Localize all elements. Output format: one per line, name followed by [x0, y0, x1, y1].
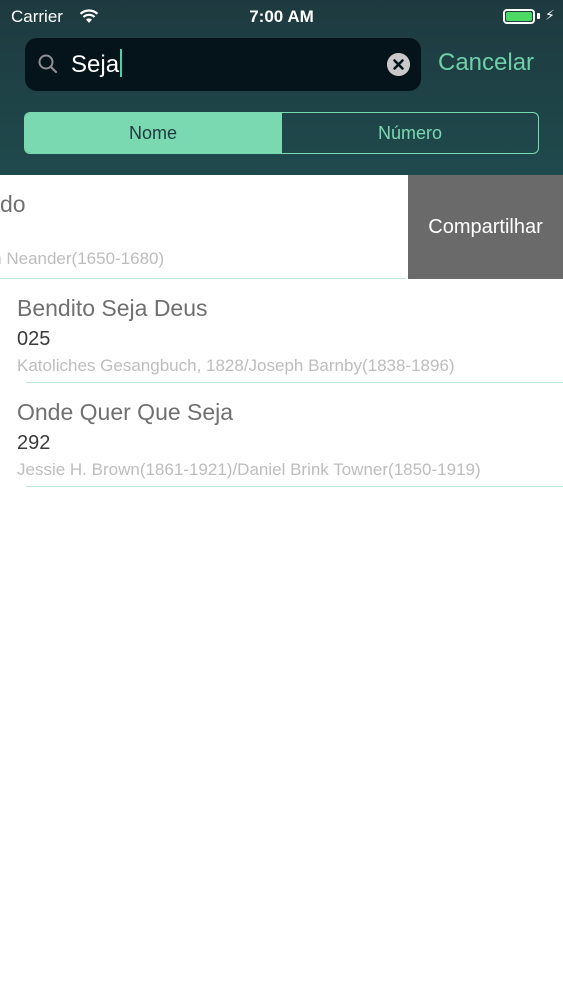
row-title: Onde Quer Que Seja [17, 399, 234, 425]
row-title: do [0, 191, 26, 217]
status-bar: Carrier 7:00 AM ⚡ [0, 0, 563, 34]
segment-nome[interactable]: Nome [25, 113, 281, 153]
share-button[interactable]: Compartilhar [408, 175, 563, 279]
list-item[interactable]: Bendito Seja Deus 025 Katoliches Gesangb… [0, 279, 563, 383]
results-list: do gbuch, 1664/Joachim Neander(1650-1680… [0, 175, 563, 487]
header: Carrier 7:00 AM ⚡ Seja Cancelar Nome Núm… [0, 0, 563, 175]
battery-nub [537, 13, 540, 19]
row-title: Bendito Seja Deus [17, 295, 208, 321]
row-subtitle: Katoliches Gesangbuch, 1828/Joseph Barnb… [17, 356, 455, 375]
text-cursor [120, 49, 123, 77]
search-input[interactable]: Seja [25, 38, 421, 91]
clear-search-icon[interactable] [387, 53, 410, 76]
search-scope-control[interactable]: Nome Número [24, 112, 539, 154]
row-number: 292 [17, 432, 51, 454]
row-divider [26, 486, 563, 487]
search-icon [38, 54, 58, 74]
segment-numero[interactable]: Número [281, 113, 538, 153]
list-item[interactable]: Onde Quer Que Seja 292 Jessie H. Brown(1… [0, 383, 563, 487]
row-subtitle: Jessie H. Brown(1861-1921)/Daniel Brink … [17, 460, 481, 479]
battery-icon [503, 9, 535, 24]
charging-icon: ⚡ [545, 7, 555, 23]
list-item[interactable]: do gbuch, 1664/Joachim Neander(1650-1680… [0, 175, 563, 279]
search-query[interactable]: Seja [71, 49, 123, 79]
clock: 7:00 AM [249, 7, 314, 26]
row-subtitle: gbuch, 1664/Joachim Neander(1650-1680) [0, 249, 165, 268]
cancel-button[interactable]: Cancelar [438, 49, 534, 77]
row-number: 025 [17, 328, 51, 350]
